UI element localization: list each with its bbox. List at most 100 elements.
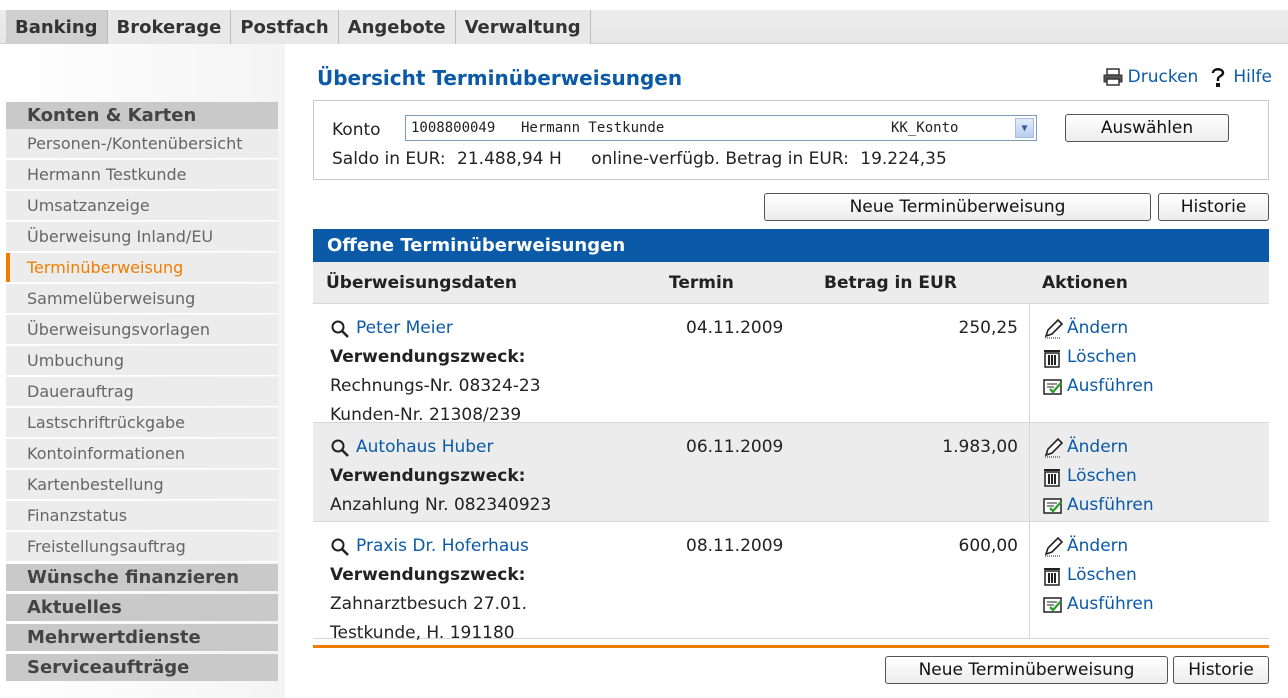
select-account-button[interactable]: Auswählen [1065, 114, 1229, 142]
edit-action[interactable]: Ändern [1043, 314, 1263, 343]
execute-icon [1043, 497, 1067, 515]
column-betrag: Betrag in EUR [811, 262, 1029, 304]
page-tools: Drucken Hilfe [1103, 67, 1272, 87]
edit-action[interactable]: Ändern [1043, 532, 1263, 561]
trash-icon [1043, 467, 1067, 487]
sidebar-item-lastschriftrueckgabe[interactable]: Lastschriftrückgabe [6, 408, 278, 438]
delete-action[interactable]: Löschen [1043, 462, 1263, 491]
new-scheduled-transfer-button[interactable]: Neue Terminüberweisung [764, 193, 1151, 221]
tab-postfach[interactable]: Postfach [231, 10, 339, 44]
execute-label: Ausführen [1067, 495, 1154, 515]
transfer-details: Peter Meier Verwendungszweck: Rechnungs-… [330, 314, 650, 430]
sidebar-item-kontoinformationen[interactable]: Kontoinformationen [6, 439, 278, 469]
delete-action[interactable]: Löschen [1043, 343, 1263, 372]
page-title: Übersicht Terminüberweisungen [317, 66, 683, 90]
history-button[interactable]: Historie [1158, 193, 1269, 221]
sidebar-item-hermann-testkunde[interactable]: Hermann Testkunde [6, 160, 278, 190]
sidebar-item-freistellungsauftrag[interactable]: Freistellungsauftrag [6, 532, 278, 562]
recipient-link[interactable]: Peter Meier [330, 314, 650, 343]
execute-label: Ausführen [1067, 594, 1154, 614]
column-termin: Termin [656, 262, 811, 304]
sidebar-item-dauerauftrag[interactable]: Dauerauftrag [6, 377, 278, 407]
tab-angebote[interactable]: Angebote [338, 10, 456, 44]
pencil-icon [1043, 536, 1067, 557]
transfer-details: Praxis Dr. Hoferhaus Verwendungszweck: Z… [330, 532, 650, 648]
column-divider [1029, 304, 1030, 422]
magnifier-icon [330, 438, 350, 458]
delete-action[interactable]: Löschen [1043, 561, 1263, 590]
column-ueberweisungsdaten: Überweisungsdaten [313, 262, 656, 304]
purpose-line-2: Testkunde, H. 191180 [330, 623, 515, 643]
recipient-link[interactable]: Autohaus Huber [330, 433, 650, 462]
chevron-down-icon[interactable]: ▼ [1015, 118, 1034, 138]
magnifier-icon [330, 319, 350, 339]
sidebar-item-sammelueberweisung[interactable]: Sammelüberweisung [6, 284, 278, 314]
table-row: Peter Meier Verwendungszweck: Rechnungs-… [313, 304, 1269, 425]
delete-label: Löschen [1067, 466, 1137, 486]
pencil-icon [1043, 318, 1067, 339]
edit-label: Ändern [1067, 318, 1129, 338]
help-icon[interactable] [1208, 67, 1228, 87]
magnifier-icon [330, 537, 350, 557]
tab-banking[interactable]: Banking [6, 10, 108, 44]
row-actions: Ändern Löschen Ausführen [1043, 314, 1263, 401]
table-row: Autohaus Huber Verwendungszweck: Anzahlu… [313, 423, 1269, 522]
new-scheduled-transfer-button-bottom[interactable]: Neue Terminüberweisung [885, 656, 1168, 684]
print-link[interactable]: Drucken [1128, 67, 1199, 87]
account-select[interactable]: 1008800049 Hermann Testkunde KK_Konto ▼ [405, 115, 1037, 141]
purpose-label: Verwendungszweck: [330, 466, 526, 486]
sidebar-item-finanzstatus[interactable]: Finanzstatus [6, 501, 278, 531]
help-link[interactable]: Hilfe [1233, 67, 1272, 87]
column-divider [1029, 423, 1030, 521]
sidebar: Konten & Karten Personen-/Kontenübersich… [0, 44, 285, 698]
konto-label: Konto [332, 120, 381, 140]
execute-label: Ausführen [1067, 376, 1154, 396]
edit-label: Ändern [1067, 437, 1129, 457]
history-button-bottom[interactable]: Historie [1173, 656, 1269, 684]
table-footer-divider [313, 645, 1269, 648]
sidebar-item-ueberweisungsvorlagen[interactable]: Überweisungsvorlagen [6, 315, 278, 345]
recipient-name: Peter Meier [356, 318, 453, 338]
purpose-line-1: Zahnarztbesuch 27.01. [330, 594, 528, 614]
sidebar-section-aktuelles[interactable]: Aktuelles [6, 594, 278, 621]
column-aktionen: Aktionen [1029, 262, 1269, 304]
account-holder: Hermann Testkunde [521, 120, 665, 136]
sidebar-item-kartenbestellung[interactable]: Kartenbestellung [6, 470, 278, 500]
edit-action[interactable]: Ändern [1043, 433, 1263, 462]
execute-action[interactable]: Ausführen [1043, 590, 1263, 619]
transfer-date: 04.11.2009 [686, 318, 784, 338]
execute-icon [1043, 596, 1067, 614]
purpose-line-1: Anzahlung Nr. 082340923 [330, 495, 552, 515]
sidebar-item-umsatzanzeige[interactable]: Umsatzanzeige [6, 191, 278, 221]
printer-icon[interactable] [1103, 67, 1123, 87]
balance-line: Saldo in EUR: 21.488,94 H online-verfügb… [332, 149, 953, 169]
sidebar-section-konten-karten[interactable]: Konten & Karten [6, 102, 278, 129]
transfer-amount: 1.983,00 [942, 437, 1018, 457]
sidebar-section-serviceauftraege[interactable]: Serviceaufträge [6, 654, 278, 681]
execute-action[interactable]: Ausführen [1043, 372, 1263, 401]
recipient-link[interactable]: Praxis Dr. Hoferhaus [330, 532, 650, 561]
transfer-amount: 250,25 [958, 318, 1018, 338]
delete-label: Löschen [1067, 347, 1137, 367]
sidebar-item-ueberweisung-inland[interactable]: Überweisung Inland/EU [6, 222, 278, 252]
row-actions: Ändern Löschen Ausführen [1043, 532, 1263, 619]
account-panel: Konto 1008800049 Hermann Testkunde KK_Ko… [313, 100, 1269, 180]
transfer-amount: 600,00 [958, 536, 1018, 556]
tab-verwaltung[interactable]: Verwaltung [455, 10, 591, 44]
recipient-name: Autohaus Huber [356, 437, 494, 457]
purpose-line-1: Rechnungs-Nr. 08324-23 [330, 376, 541, 396]
sidebar-item-terminueberweisung[interactable]: Terminüberweisung [6, 253, 278, 283]
recipient-name: Praxis Dr. Hoferhaus [356, 536, 529, 556]
sidebar-section-mehrwertdienste[interactable]: Mehrwertdienste [6, 624, 278, 651]
sidebar-item-kontenuebersicht[interactable]: Personen-/Kontenübersicht [6, 129, 278, 159]
sidebar-section-wuensche-finanzieren[interactable]: Wünsche finanzieren [6, 564, 278, 591]
sidebar-item-umbuchung[interactable]: Umbuchung [6, 346, 278, 376]
tab-brokerage[interactable]: Brokerage [107, 10, 232, 44]
delete-label: Löschen [1067, 565, 1137, 585]
transfer-date: 06.11.2009 [686, 437, 784, 457]
table-row: Praxis Dr. Hoferhaus Verwendungszweck: Z… [313, 522, 1269, 643]
pencil-icon [1043, 437, 1067, 458]
trash-icon [1043, 566, 1067, 586]
execute-action[interactable]: Ausführen [1043, 491, 1263, 520]
top-navigation: Banking Brokerage Postfach Angebote Verw… [0, 0, 1288, 44]
